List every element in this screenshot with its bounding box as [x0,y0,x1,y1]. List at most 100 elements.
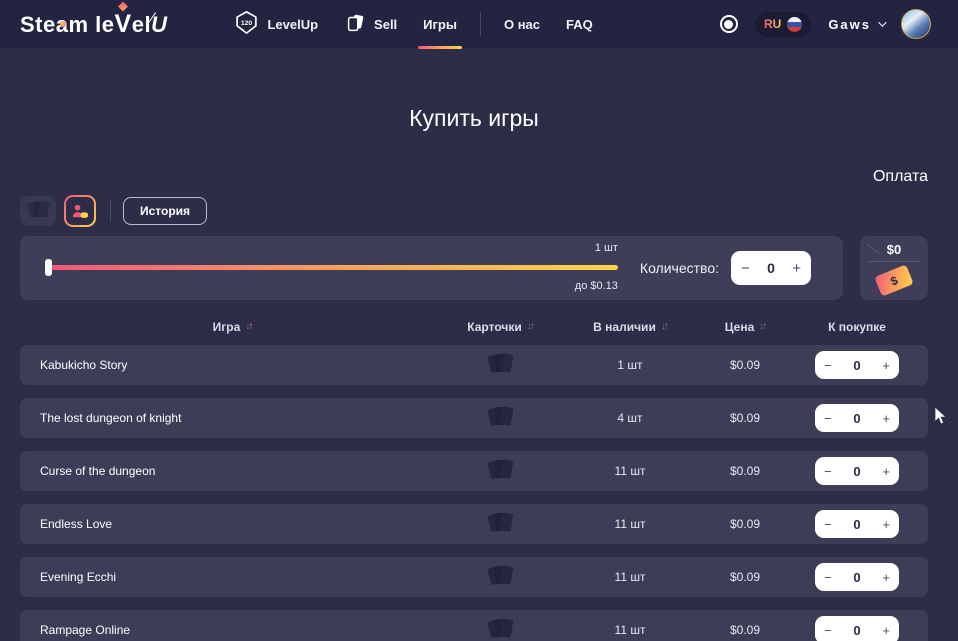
slider-track[interactable] [48,265,618,270]
quantity-stepper: − 0 + [815,457,899,485]
stock-value: 1 шт [556,358,704,372]
user-menu[interactable]: Gaws [828,17,884,32]
quantity-stepper: − 0 + [815,616,899,641]
game-title: Evening Ecchi [20,570,444,584]
cards-cell [444,615,556,641]
buy-cell: − 0 + [786,563,928,591]
toolbar-divider [110,200,111,222]
cards-cell [444,509,556,540]
sell-icon [344,12,366,37]
stock-value: 11 шт [556,570,704,584]
quantity-stepper: − 0 + [731,251,811,285]
table-body: Kabukicho Story 1 шт $0.09 − 0 + The los… [20,345,928,641]
theme-toggle[interactable] [720,15,738,33]
price-value: $0.09 [704,517,786,531]
decrease-button[interactable]: − [741,261,750,276]
column-header-game[interactable]: Игра ↓↑ [20,320,444,334]
decrease-button[interactable]: − [824,518,832,531]
nav-item-sell[interactable]: Sell [331,0,410,48]
logo-text: Ste [20,12,56,38]
stock-value: 11 шт [556,464,704,478]
cards-cell [444,562,556,593]
controls-row: 1 шт до $0.13 Количество: − 0 + $0 $ [20,236,928,300]
stock-value: 4 шт [556,411,704,425]
main-content: Купить игры Оплата История [0,104,958,641]
decrease-button[interactable]: − [824,624,832,637]
buy-cell: − 0 + [786,510,928,538]
levelup-badge-icon: 120 [234,10,259,38]
increase-button[interactable]: + [882,624,890,637]
history-button[interactable]: История [123,197,207,225]
nav-item-levelup[interactable]: 120 LevelUp [221,0,331,48]
quantity-value: 0 [853,570,860,585]
quantity-stepper: − 0 + [815,351,899,379]
buy-cell: − 0 + [786,616,928,641]
slider-area: 1 шт до $0.13 [48,236,618,300]
decrease-button[interactable]: − [824,359,832,372]
table-header: Игра ↓↑ Карточки ↓↑ В наличии ↓↑ Цена ↓↑… [20,317,928,337]
stock-value: 11 шт [556,517,704,531]
cards-icon [485,456,515,487]
nav-label: LevelUp [267,17,318,32]
quantity-value: 0 [853,623,860,638]
tab-sets-active[interactable] [64,195,96,227]
username: Gaws [828,17,871,32]
column-header-stock[interactable]: В наличии ↓↑ [556,320,704,334]
tab-cards[interactable] [20,196,56,226]
table-row: Curse of the dungeon 11 шт $0.09 − 0 + [20,451,928,491]
buy-cell: − 0 + [786,351,928,379]
decrease-button[interactable]: − [824,571,832,584]
table-row: Kabukicho Story 1 шт $0.09 − 0 + [20,345,928,385]
nav-item-faq[interactable]: FAQ [553,0,606,48]
active-underline [418,46,462,49]
buy-cell: − 0 + [786,404,928,432]
payment-total: $0 [860,242,928,257]
table-row: Rampage Online 11 шт $0.09 − 0 + [20,610,928,641]
table-row: Endless Love 11 шт $0.09 − 0 + [20,504,928,544]
quantity-stepper: − 0 + [815,404,899,432]
quantity-value: 0 [767,260,775,276]
svg-text:120: 120 [241,20,253,27]
increase-button[interactable]: + [882,359,890,372]
column-header-cards[interactable]: Карточки ↓↑ [444,320,556,334]
slider-max-label: 1 шт [595,242,618,254]
table-row: The lost dungeon of knight 4 шт $0.09 − … [20,398,928,438]
logo-u: U [151,12,167,38]
logo[interactable]: Steam leVelU [20,10,167,39]
increase-button[interactable]: + [882,518,890,531]
increase-button[interactable]: + [882,571,890,584]
price-value: $0.09 [704,358,786,372]
avatar[interactable] [901,9,931,39]
sort-icon: ↓↑ [661,322,667,332]
game-title: Endless Love [20,517,444,531]
increase-button[interactable]: + [882,465,890,478]
nav-item-about[interactable]: О нас [491,0,553,48]
logo-v: V [115,10,132,39]
slider-handle[interactable] [45,259,52,276]
person-gamepad-icon [66,197,94,225]
cards-icon [485,562,515,593]
cards-icon [485,350,515,381]
payment-card[interactable]: $0 $ [860,236,928,300]
slider-limit-label: до $0.13 [575,280,618,292]
language-code: RU [764,17,781,31]
quantity-stepper: − 0 + [815,563,899,591]
nav-item-games[interactable]: Игры [410,0,470,48]
language-selector[interactable]: RU [755,12,811,37]
column-header-price[interactable]: Цена ↓↑ [704,320,786,334]
increase-button[interactable]: + [882,412,890,425]
cards-icon [485,509,515,540]
logo-dot-icon [60,21,66,27]
page-title: Купить игры [20,104,928,132]
price-value: $0.09 [704,570,786,584]
decrease-button[interactable]: − [824,465,832,478]
main-nav: 120 LevelUp Sell Игры О нас [221,0,605,48]
nav-label: Игры [423,17,457,32]
quantity-label: Количество: [640,260,719,276]
increase-button[interactable]: + [792,261,801,276]
game-title: Kabukicho Story [20,358,444,372]
decrease-button[interactable]: − [824,412,832,425]
cards-icon [25,198,51,225]
toolbar: История [20,195,928,227]
cards-icon [485,615,515,641]
